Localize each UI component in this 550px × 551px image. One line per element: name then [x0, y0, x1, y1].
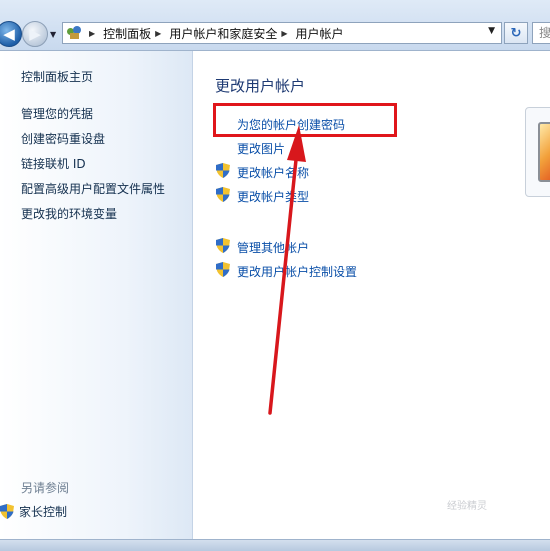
parental-controls-label: 家长控制	[19, 505, 68, 519]
avatar	[538, 122, 550, 182]
breadcrumb-control-panel[interactable]: 控制面板	[103, 25, 151, 42]
page-title: 更改用户帐户	[215, 77, 306, 95]
breadcrumb-user-accounts-family[interactable]: 用户帐户和家庭安全	[169, 25, 277, 42]
sidebar-item-advanced-profile[interactable]: 配置高级用户配置文件属性	[21, 180, 165, 197]
shield-icon	[216, 238, 230, 253]
shield-icon	[0, 504, 14, 519]
sidebar-item-environment-variables[interactable]: 更改我的环境变量	[21, 205, 117, 222]
refresh-icon: ↻	[510, 25, 522, 41]
sidebar-item-parental-controls[interactable]: 家长控制	[0, 503, 67, 520]
back-arrow-icon: ◀	[3, 25, 15, 43]
history-dropdown-icon[interactable]: ▼	[50, 30, 56, 39]
breadcrumb[interactable]: ▶ 控制面板 ▶ 用户帐户和家庭安全 ▶ 用户帐户 ▼	[62, 22, 502, 44]
breadcrumb-separator-icon[interactable]: ▶	[89, 29, 95, 38]
sidebar-item-manage-credentials[interactable]: 管理您的凭据	[21, 105, 93, 122]
address-bar: ◀ ▶ ▼ ▶ 控制面板 ▶ 用户帐户和家庭安全 ▶ 用户帐户 ▼ ↻ 搜	[0, 0, 550, 51]
main-content: 更改用户帐户 为您的帐户创建密码 更改图片 更改帐户名称 更改帐户类型 管理其他…	[193, 51, 550, 539]
sidebar-item-link-online-id[interactable]: 链接联机 ID	[21, 155, 86, 172]
breadcrumb-separator-icon[interactable]: ▶	[155, 29, 161, 38]
sidebar-item-control-panel-home[interactable]: 控制面板主页	[21, 68, 93, 85]
breadcrumb-user-accounts[interactable]: 用户帐户	[296, 25, 344, 42]
forward-button[interactable]: ▶	[22, 21, 48, 47]
search-input[interactable]: 搜	[532, 22, 550, 44]
control-panel-icon	[67, 26, 81, 40]
account-picture-frame	[525, 107, 550, 197]
chevron-down-icon[interactable]: ▼	[488, 26, 495, 36]
watermark: 经验精灵	[447, 501, 487, 512]
shield-icon	[216, 187, 230, 202]
change-account-name-link[interactable]: 更改帐户名称	[237, 164, 309, 181]
change-account-type-link[interactable]: 更改帐户类型	[237, 188, 309, 205]
back-button[interactable]: ◀	[0, 21, 22, 47]
shield-icon	[216, 262, 230, 277]
see-also-heading: 另请参阅	[21, 481, 70, 495]
breadcrumb-separator-icon[interactable]: ▶	[281, 29, 287, 38]
left-nav-pane: 控制面板主页 管理您的凭据 创建密码重设盘 链接联机 ID 配置高级用户配置文件…	[0, 51, 193, 539]
change-picture-link[interactable]: 更改图片	[237, 140, 285, 157]
forward-arrow-icon: ▶	[29, 25, 41, 43]
create-password-link[interactable]: 为您的帐户创建密码	[237, 116, 345, 133]
shield-icon	[216, 163, 230, 178]
uac-settings-link[interactable]: 更改用户帐户控制设置	[237, 263, 357, 280]
manage-other-accounts-link[interactable]: 管理其他帐户	[237, 239, 309, 256]
refresh-button[interactable]: ↻	[504, 22, 528, 44]
sidebar-item-password-reset-disk[interactable]: 创建密码重设盘	[21, 130, 105, 147]
status-bar	[0, 539, 550, 551]
